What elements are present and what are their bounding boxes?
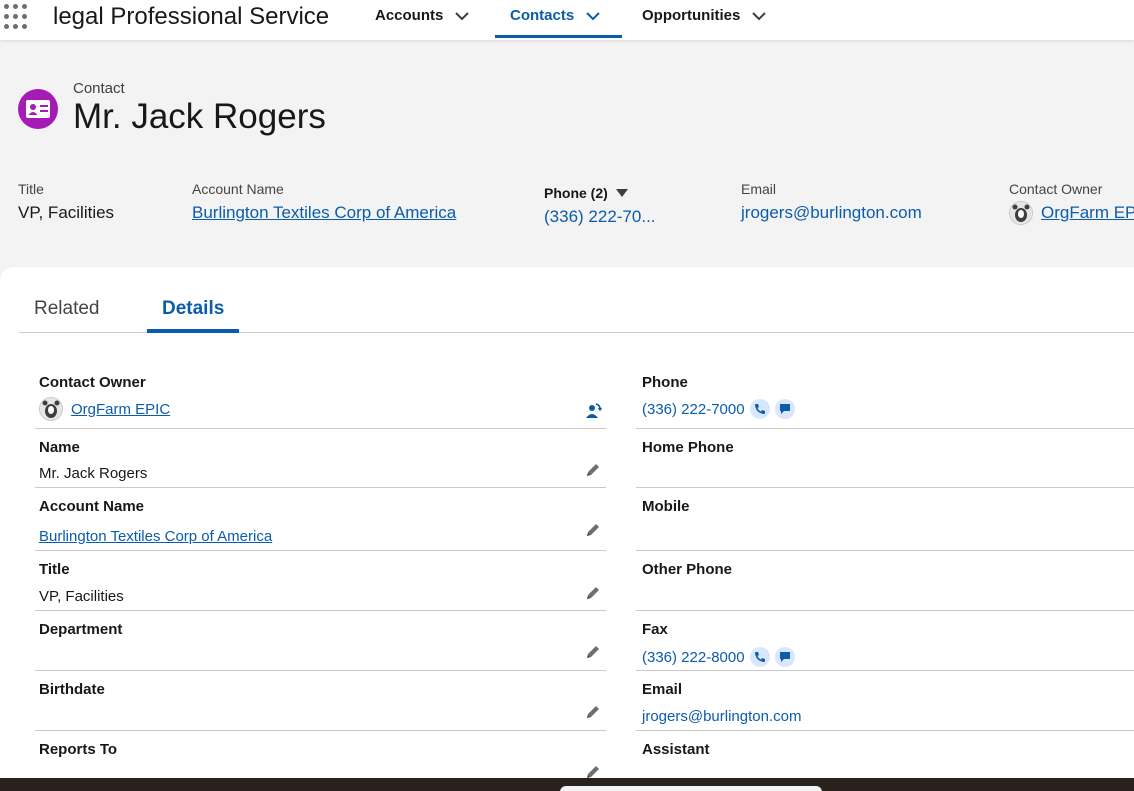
- fax-link[interactable]: (336) 222-8000: [642, 649, 745, 666]
- nav-tab-contacts[interactable]: Contacts: [495, 0, 622, 38]
- global-nav-bar: legal Professional Service Accounts Cont…: [0, 0, 1134, 40]
- email-link[interactable]: jrogers@burlington.com: [642, 708, 801, 725]
- highlight-phone-label: Phone (2): [544, 185, 608, 201]
- chevron-down-icon[interactable]: [453, 7, 471, 25]
- highlight-owner: Contact Owner OrgFarm EP: [1009, 181, 1134, 225]
- chevron-down-icon[interactable]: [584, 7, 602, 25]
- edit-pencil-icon[interactable]: [584, 703, 602, 721]
- field-birthdate: Birthdate: [35, 671, 606, 731]
- field-assistant: Assistant: [636, 731, 1134, 777]
- field-label: Title: [39, 561, 70, 578]
- highlight-owner-link[interactable]: OrgFarm EP: [1041, 203, 1134, 223]
- owner-avatar-icon: [39, 397, 63, 421]
- caret-down-icon[interactable]: [615, 189, 628, 197]
- highlight-phone-link[interactable]: (336) 222-70...: [544, 207, 656, 227]
- field-label: Contact Owner: [39, 374, 146, 391]
- contact-owner-link[interactable]: OrgFarm EPIC: [71, 401, 170, 418]
- field-title: Title VP, Facilities: [35, 551, 606, 611]
- send-sms-icon[interactable]: [774, 647, 795, 667]
- field-department: Department: [35, 611, 606, 671]
- field-label: Reports To: [39, 741, 118, 758]
- field-contact-owner: Contact Owner OrgFarm EPIC: [35, 370, 606, 429]
- field-fax: Fax (336) 222-8000: [636, 611, 1134, 671]
- field-label: Account Name: [39, 498, 145, 515]
- send-sms-icon[interactable]: [774, 399, 795, 419]
- field-mobile: Mobile: [636, 488, 1134, 551]
- page-title: Mr. Jack Rogers: [73, 97, 326, 136]
- highlight-account-link[interactable]: Burlington Textiles Corp of America: [192, 203, 456, 223]
- contact-card-icon: [18, 89, 58, 129]
- highlight-account-label: Account Name: [192, 181, 284, 197]
- account-name-link[interactable]: Burlington Textiles Corp of America: [39, 528, 272, 545]
- tab-bar: Related Details: [19, 267, 1134, 333]
- field-value: Mr. Jack Rogers: [39, 465, 148, 482]
- highlight-title: Title VP, Facilities: [18, 181, 114, 223]
- field-label: Assistant: [642, 741, 710, 758]
- app-launcher-icon[interactable]: [4, 2, 32, 30]
- highlight-owner-label: Contact Owner: [1009, 181, 1103, 197]
- edit-pencil-icon[interactable]: [584, 521, 602, 539]
- field-email: Email jrogers@burlington.com: [636, 671, 1134, 731]
- owner-avatar-icon: [1009, 201, 1033, 225]
- field-value: VP, Facilities: [39, 588, 124, 605]
- highlight-title-value: VP, Facilities: [18, 203, 115, 222]
- highlight-phone-dropdown[interactable]: Phone (2): [544, 185, 656, 201]
- chevron-down-icon[interactable]: [750, 7, 768, 25]
- field-label: Other Phone: [642, 561, 733, 578]
- field-label: Name: [39, 439, 80, 456]
- change-owner-icon[interactable]: [584, 402, 602, 420]
- nav-tab-opportunities-label: Opportunities: [642, 7, 741, 24]
- field-other-phone: Other Phone: [636, 551, 1134, 611]
- phone-link[interactable]: (336) 222-7000: [642, 401, 745, 418]
- nav-tab-accounts[interactable]: Accounts: [375, 0, 471, 38]
- nav-tab-accounts-label: Accounts: [375, 7, 444, 24]
- highlight-email-label: Email: [741, 181, 777, 197]
- field-label: Fax: [642, 621, 668, 638]
- call-phone-icon[interactable]: [749, 647, 770, 667]
- highlight-phone: Phone (2) (336) 222-70...: [544, 181, 656, 227]
- highlight-email-link[interactable]: jrogers@burlington.com: [741, 203, 922, 223]
- active-tab-indicator: [147, 329, 239, 333]
- field-label: Mobile: [642, 498, 690, 515]
- field-name: Name Mr. Jack Rogers: [35, 429, 606, 488]
- field-label: Department: [39, 621, 123, 638]
- edit-pencil-icon[interactable]: [584, 584, 602, 602]
- highlight-title-label: Title: [18, 181, 44, 197]
- field-label: Home Phone: [642, 439, 734, 456]
- edit-pencil-icon[interactable]: [584, 643, 602, 661]
- taskbar-search-pill[interactable]: [560, 786, 822, 791]
- tab-related[interactable]: Related: [34, 298, 100, 320]
- edit-pencil-icon[interactable]: [584, 461, 602, 479]
- nav-tab-opportunities[interactable]: Opportunities: [642, 0, 768, 38]
- field-home-phone: Home Phone: [636, 429, 1134, 488]
- app-name: legal Professional Service: [53, 3, 330, 30]
- call-phone-icon[interactable]: [749, 399, 770, 419]
- field-account-name: Account Name Burlington Textiles Corp of…: [35, 488, 606, 551]
- field-label: Email: [642, 681, 683, 698]
- field-label: Phone: [642, 374, 688, 391]
- highlight-account: Account Name Burlington Textiles Corp of…: [192, 181, 456, 223]
- nav-tab-contacts-label: Contacts: [510, 7, 575, 24]
- tab-details[interactable]: Details: [162, 298, 224, 320]
- object-type-label: Contact: [73, 80, 125, 97]
- highlight-email: Email jrogers@burlington.com: [741, 181, 922, 223]
- field-reports-to: Reports To: [35, 731, 606, 778]
- field-phone: Phone (336) 222-7000: [636, 370, 1134, 429]
- field-label: Birthdate: [39, 681, 105, 698]
